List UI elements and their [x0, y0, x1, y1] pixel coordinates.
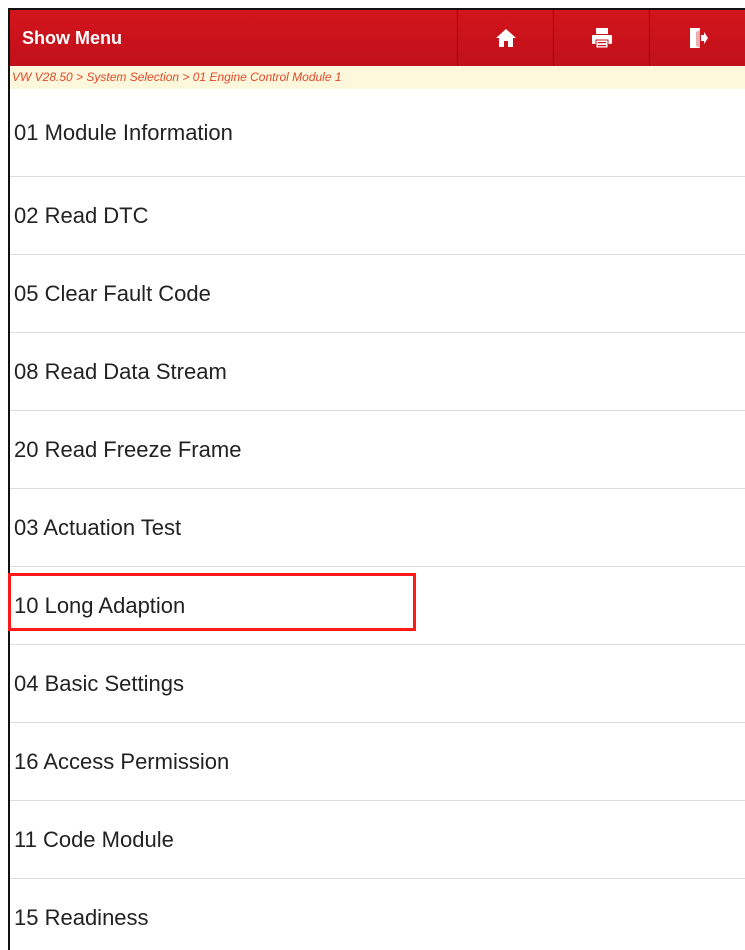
menu-item-access-permission[interactable]: 16 Access Permission [10, 723, 745, 801]
menu-item-basic-settings[interactable]: 04 Basic Settings [10, 645, 745, 723]
exit-icon [687, 27, 709, 49]
print-button[interactable] [553, 10, 649, 66]
top-bar: Show Menu [10, 10, 745, 66]
print-icon [591, 27, 613, 49]
exit-button[interactable] [649, 10, 745, 66]
menu-item-read-dtc[interactable]: 02 Read DTC [10, 177, 745, 255]
menu-item-long-adaption[interactable]: 10 Long Adaption [10, 567, 745, 645]
app-window: Show Menu VW V28.50 > System Selection >… [8, 8, 745, 950]
home-icon [495, 27, 517, 49]
menu-item-code-module[interactable]: 11 Code Module [10, 801, 745, 879]
show-menu-title[interactable]: Show Menu [10, 28, 457, 49]
menu-item-readiness[interactable]: 15 Readiness [10, 879, 745, 950]
menu-item-actuation-test[interactable]: 03 Actuation Test [10, 489, 745, 567]
breadcrumb: VW V28.50 > System Selection > 01 Engine… [10, 66, 745, 89]
home-button[interactable] [457, 10, 553, 66]
menu-item-module-information[interactable]: 01 Module Information [10, 89, 745, 177]
menu-item-clear-fault-code[interactable]: 05 Clear Fault Code [10, 255, 745, 333]
toolbar-buttons [457, 10, 745, 66]
function-menu-list: 01 Module Information 02 Read DTC 05 Cle… [10, 89, 745, 950]
menu-item-read-freeze-frame[interactable]: 20 Read Freeze Frame [10, 411, 745, 489]
menu-item-read-data-stream[interactable]: 08 Read Data Stream [10, 333, 745, 411]
